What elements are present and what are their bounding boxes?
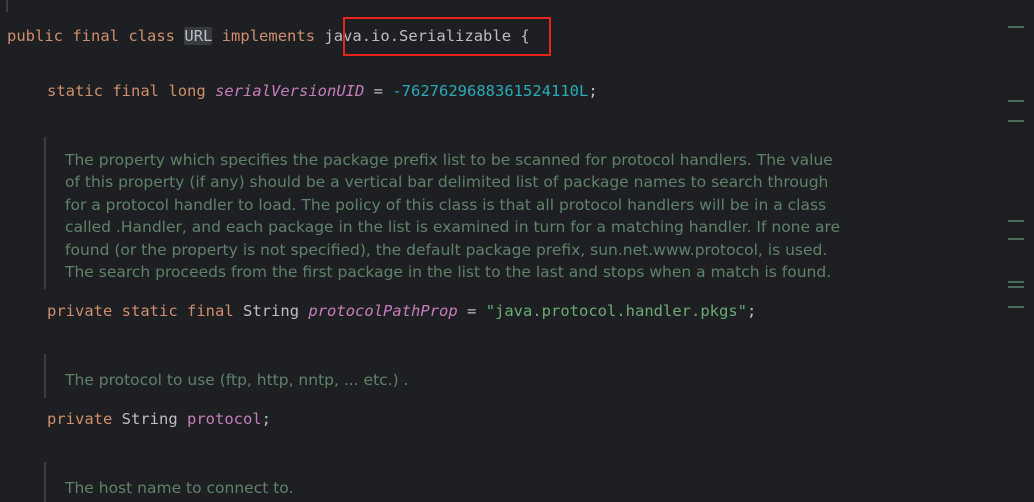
scrollbar-marker[interactable]: [1008, 100, 1024, 102]
keyword-static: static: [47, 82, 103, 100]
keyword-final: final: [72, 27, 120, 45]
keyword-static: static: [121, 302, 178, 320]
semicolon: ;: [746, 302, 757, 320]
doc-comment-text: The property which specifies the package…: [65, 151, 841, 282]
scrollbar-marker[interactable]: [1008, 286, 1024, 288]
keyword-final: final: [112, 82, 160, 100]
keyword-class: class: [128, 27, 176, 45]
equals-sign: =: [457, 302, 486, 320]
scrollbar-marker[interactable]: [1008, 220, 1024, 222]
keyword-long: long: [168, 82, 206, 100]
doc-comment-protocol[interactable]: The protocol to use (ftp, http, nntp, ..…: [44, 354, 845, 398]
keyword-public: public: [7, 27, 63, 45]
doc-comment-text: The protocol to use (ftp, http, nntp, ..…: [65, 371, 409, 389]
number-literal: -7627629688361524110L: [392, 82, 589, 100]
semicolon: ;: [588, 82, 598, 100]
highlight-box: [343, 17, 551, 56]
string-literal: "java.protocol.handler.pkgs": [485, 302, 747, 320]
type-string[interactable]: String: [243, 302, 299, 320]
type-string[interactable]: String: [122, 410, 178, 428]
equals-sign: =: [364, 82, 393, 100]
keyword-final: final: [187, 302, 234, 320]
doc-comment-host[interactable]: The host name to connect to.: [44, 462, 845, 502]
scrollbar-marker[interactable]: [1008, 120, 1024, 122]
doc-comment-bar: [6, 0, 8, 12]
keyword-private: private: [47, 302, 113, 320]
doc-comment-text: The host name to connect to.: [65, 479, 294, 497]
keyword-implements: implements: [221, 27, 316, 45]
protocol-path-prop-line[interactable]: private static final String protocolPath…: [47, 301, 756, 321]
protocol-field-line[interactable]: private String protocol;: [47, 409, 271, 429]
scrollbar-marker[interactable]: [1008, 306, 1024, 308]
keyword-private: private: [47, 410, 113, 428]
field-protocol-path-prop[interactable]: protocolPathProp: [308, 302, 457, 320]
field-protocol[interactable]: protocol: [187, 410, 262, 428]
scrollbar-marker[interactable]: [1008, 26, 1024, 28]
semicolon: ;: [261, 410, 272, 428]
class-name[interactable]: URL: [184, 27, 213, 45]
doc-comment-protocol-path-prop[interactable]: The property which specifies the package…: [44, 137, 845, 290]
scrollbar-marker[interactable]: [1008, 281, 1024, 283]
code-editor[interactable]: public final class URL implements java.i…: [0, 0, 1034, 502]
serial-version-line[interactable]: static final long serialVersionUID = -76…: [47, 81, 598, 101]
scrollbar-marker[interactable]: [1008, 238, 1024, 240]
field-serial-version-uid[interactable]: serialVersionUID: [215, 82, 364, 100]
